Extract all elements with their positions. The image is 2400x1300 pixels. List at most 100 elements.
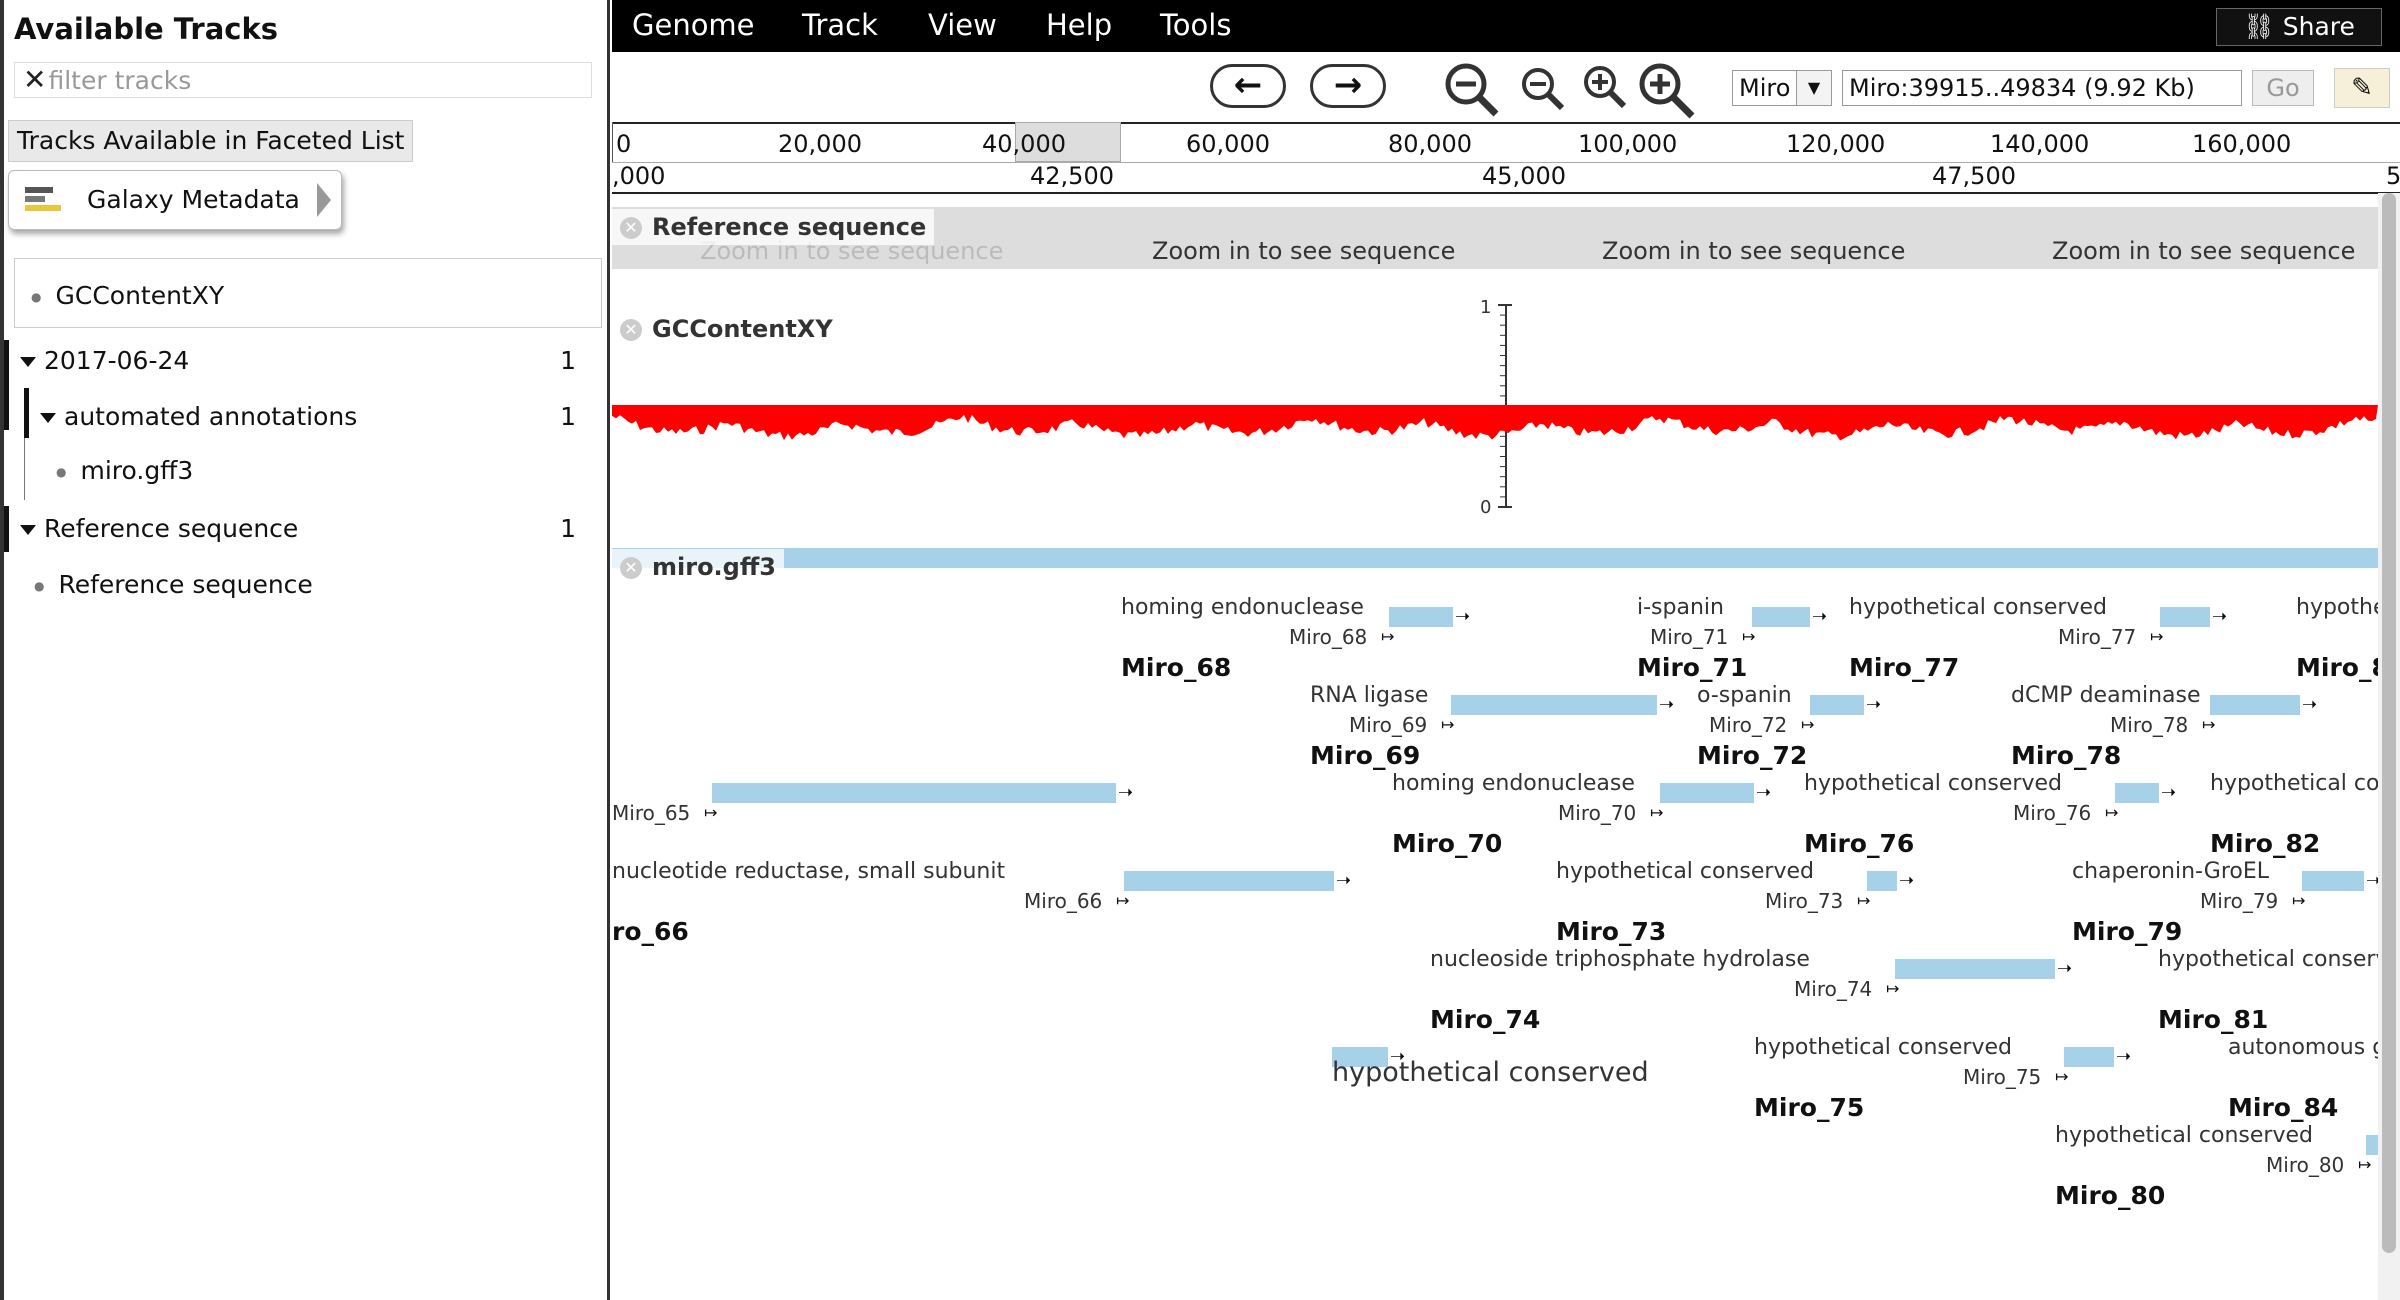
group-label: 2017-06-24: [44, 346, 190, 375]
galaxy-metadata-button[interactable]: Galaxy Metadata: [8, 170, 342, 230]
feature-subfeature-label: Miro_75: [1963, 1065, 2042, 1089]
track-label-text: GCContentXY: [652, 315, 833, 343]
close-track-icon[interactable]: ✕: [620, 217, 642, 239]
track-label-reference[interactable]: ✕ Reference sequence: [612, 209, 935, 245]
feature-name[interactable]: Miro_74: [1430, 1005, 1540, 1034]
gene-feature-bar[interactable]: [2302, 871, 2364, 891]
gene-feature-bar[interactable]: [612, 548, 2378, 568]
menu-tools[interactable]: Tools: [1160, 8, 1231, 42]
feature-name[interactable]: Miro_80: [2055, 1181, 2165, 1210]
gene-feature-bar[interactable]: [1660, 783, 1754, 803]
tree-group-date[interactable]: 2017-06-24 1: [20, 346, 590, 375]
strand-arrow-icon: ➝: [2161, 782, 2177, 803]
strand-arrow-icon: ➝: [1899, 870, 1915, 891]
gene-feature-bar[interactable]: [1895, 959, 2055, 979]
feature-name[interactable]: Miro_77: [1849, 653, 1959, 682]
feature-name[interactable]: Miro_71: [1637, 653, 1747, 682]
scale-ruler[interactable]: ,000 42,500 45,000 47,500 5: [612, 162, 2400, 194]
pan-right-button[interactable]: →: [1310, 64, 1386, 108]
zoom-out-large-icon[interactable]: [1442, 60, 1502, 120]
subfeature-arrow-icon: ↦: [1116, 891, 1130, 910]
clear-filter-icon[interactable]: ✕: [23, 63, 46, 96]
collapse-triangle-icon[interactable]: [20, 357, 36, 367]
dropdown-arrow-icon[interactable]: ▼: [1796, 71, 1831, 105]
gene-feature-bar[interactable]: [712, 783, 1116, 803]
gene-feature-bar[interactable]: [1810, 695, 1864, 715]
menu-help[interactable]: Help: [1046, 8, 1112, 42]
pan-left-button[interactable]: ←: [1210, 64, 1286, 108]
gene-feature-bar[interactable]: [2115, 783, 2159, 803]
highlight-button[interactable]: ✎: [2334, 68, 2390, 108]
track-label-miro-gff3[interactable]: ✕ miro.gff3: [612, 549, 784, 585]
feature-name[interactable]: ro_66: [612, 917, 689, 946]
feature-name[interactable]: Miro_84: [2228, 1093, 2338, 1122]
feature-name[interactable]: Miro_78: [2011, 741, 2121, 770]
zoom-out-icon[interactable]: [1520, 66, 1568, 114]
feature-name[interactable]: Miro_68: [1121, 653, 1231, 682]
feature-subfeature-label: Miro_73: [1765, 889, 1844, 913]
close-track-icon[interactable]: ✕: [620, 557, 642, 579]
gene-feature-bar[interactable]: [1867, 871, 1897, 891]
gene-feature-bar[interactable]: [1124, 871, 1334, 891]
feature-name[interactable]: Miro_83: [2296, 653, 2378, 682]
feature-name[interactable]: Miro_69: [1310, 741, 1420, 770]
reference-sequence-select[interactable]: Miro ▼: [1732, 70, 1832, 106]
feature-name[interactable]: Miro_79: [2072, 917, 2182, 946]
track-label-gccontent[interactable]: ✕ GCContentXY: [612, 311, 841, 347]
overview-tick-label: 140,000: [1990, 130, 2090, 158]
feature-name[interactable]: Miro_76: [1804, 829, 1914, 858]
feature-name[interactable]: Miro_75: [1754, 1093, 1864, 1122]
feature-subfeature-label: Miro_74: [1794, 977, 1873, 1001]
share-button[interactable]: ⛓ Share: [2216, 8, 2382, 46]
subfeature-arrow-icon: ↦: [1801, 715, 1815, 734]
subfeature-arrow-icon: ↦: [1742, 627, 1756, 646]
chevron-right-icon: [317, 183, 331, 217]
track-item-reference[interactable]: ● Reference sequence: [34, 570, 313, 599]
menu-genome[interactable]: Genome: [632, 8, 755, 42]
filter-tracks-input[interactable]: ✕filter tracks: [14, 62, 592, 98]
zoom-message: Zoom in to see sequence: [2052, 237, 2356, 265]
menu-track[interactable]: Track: [802, 8, 878, 42]
feature-name[interactable]: Miro_82: [2210, 829, 2320, 858]
subfeature-arrow-icon: ↦: [1886, 979, 1900, 998]
location-input[interactable]: Miro:39915..49834 (9.92 Kb): [1842, 70, 2242, 106]
collapse-triangle-icon[interactable]: [40, 413, 56, 423]
feature-name[interactable]: Miro_81: [2158, 1005, 2268, 1034]
track-area[interactable]: Zoom in to see sequence Zoom in to see s…: [612, 193, 2378, 1300]
feature-subfeature-label: Miro_71: [1650, 625, 1729, 649]
overview-ruler[interactable]: 0 20,000 40,000 60,000 80,000 100,000 12…: [612, 122, 2400, 163]
scale-tick-label: 5: [2386, 162, 2400, 190]
feature-subfeature-label: Miro_76: [2013, 801, 2092, 825]
close-track-icon[interactable]: ✕: [620, 319, 642, 341]
feature-name[interactable]: Miro_70: [1392, 829, 1502, 858]
feature-name[interactable]: Miro_73: [1556, 917, 1666, 946]
gene-feature-bar[interactable]: [2160, 607, 2210, 627]
menu-view[interactable]: View: [928, 8, 997, 42]
zoom-in-large-icon[interactable]: [1636, 60, 1700, 124]
subfeature-arrow-icon: ↦: [704, 803, 718, 822]
faceted-list-button[interactable]: Tracks Available in Faceted List: [8, 120, 414, 162]
gene-feature-bar[interactable]: [2366, 1135, 2378, 1155]
track-category-box: ● GCContentXY: [14, 258, 602, 328]
gene-feature-bar[interactable]: [1389, 607, 1453, 627]
track-scrollbar[interactable]: [2378, 193, 2400, 1300]
gene-feature-bar[interactable]: [2064, 1047, 2114, 1067]
gc-content-plot: 1 0: [612, 297, 2378, 518]
zoom-in-icon[interactable]: [1582, 64, 1630, 112]
gene-feature-bar[interactable]: [2210, 695, 2300, 715]
collapse-triangle-icon[interactable]: [20, 525, 36, 535]
gene-feature-bar[interactable]: [1752, 607, 1810, 627]
tree-subgroup-automated[interactable]: automated annotations 1: [40, 402, 590, 431]
feature-name[interactable]: Miro_72: [1697, 741, 1807, 770]
feature-subfeature-label: Miro_80: [2266, 1153, 2345, 1177]
subgroup-count: 1: [560, 402, 576, 431]
gene-feature-bar[interactable]: [1451, 695, 1657, 715]
tree-group-reference[interactable]: Reference sequence 1: [20, 514, 590, 543]
scrollbar-thumb[interactable]: [2382, 193, 2396, 1253]
scale-tick-label: 47,500: [1932, 162, 2016, 190]
go-button[interactable]: Go: [2252, 70, 2314, 106]
track-item-gccontent[interactable]: ● GCContentXY: [31, 281, 224, 310]
feature-description: hypothetical: [2296, 595, 2378, 620]
track-item-miro-gff3[interactable]: ● miro.gff3: [56, 456, 193, 485]
feature-description: hypothetical conserved: [1332, 1057, 1649, 1088]
